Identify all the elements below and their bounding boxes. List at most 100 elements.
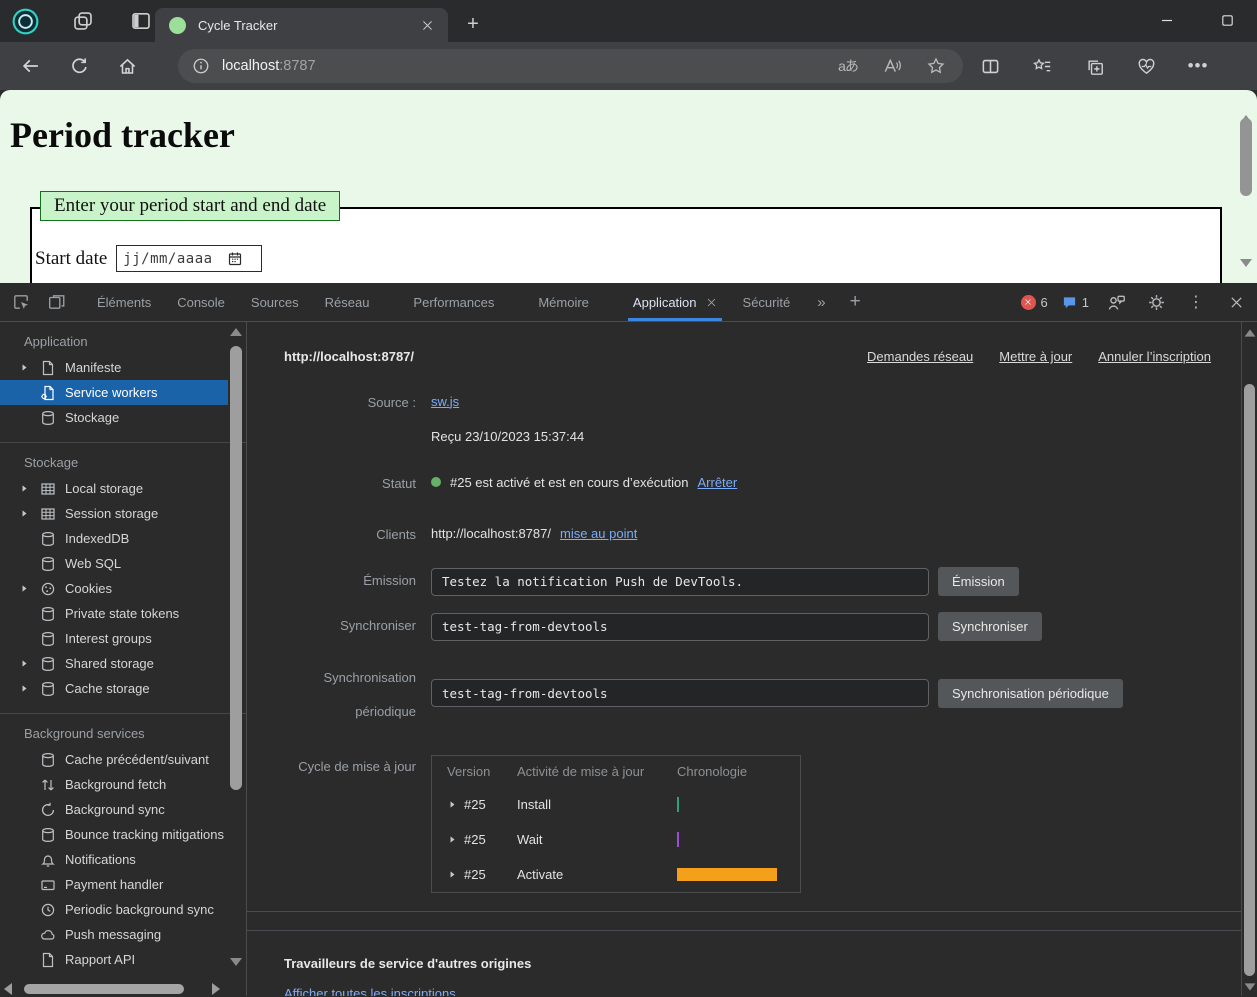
device-toolbar-icon[interactable]: [42, 288, 72, 316]
scroll-up-arrow[interactable]: [1240, 98, 1252, 106]
vertical-tabs-icon[interactable]: [124, 5, 158, 37]
tab-elements[interactable]: Éléments: [84, 283, 164, 321]
stop-link[interactable]: Arrêter: [697, 475, 737, 490]
unregister-link[interactable]: Annuler l’inscription: [1098, 349, 1211, 364]
tab-security[interactable]: Sécurité: [730, 283, 804, 321]
new-tab-button[interactable]: +: [458, 10, 488, 38]
periodic-sync-tag-input[interactable]: [431, 679, 929, 707]
sidebar-item-reporting-api[interactable]: Rapport API: [0, 947, 228, 972]
update-link[interactable]: Mettre à jour: [999, 349, 1072, 364]
scroll-up-arrow[interactable]: [1245, 329, 1256, 336]
url-text[interactable]: localhost:8787: [222, 58, 819, 74]
tab-close-icon[interactable]: [416, 14, 438, 36]
sidebar-item-private-state-tokens[interactable]: Private state tokens: [0, 601, 228, 626]
tab-application-close-icon[interactable]: [706, 297, 717, 308]
sidebar-item-local-storage[interactable]: Local storage: [0, 476, 228, 501]
sidebar-horizontal-scrollbar[interactable]: [0, 982, 246, 996]
back-button[interactable]: [14, 49, 48, 83]
start-date-input[interactable]: [116, 245, 262, 272]
inspect-element-icon[interactable]: [6, 288, 36, 316]
site-info-icon[interactable]: [188, 53, 214, 79]
push-button[interactable]: Émission: [938, 567, 1019, 596]
expand-arrow-icon[interactable]: [16, 584, 32, 593]
sidebar-item-background-sync[interactable]: Background sync: [0, 797, 228, 822]
tab-sources[interactable]: Sources: [238, 283, 312, 321]
table-row[interactable]: #25 Wait: [432, 822, 800, 857]
workspaces-icon[interactable]: [66, 5, 100, 37]
page-scrollbar-thumb[interactable]: [1240, 118, 1252, 196]
sidebar-item-interest-groups[interactable]: Interest groups: [0, 626, 228, 651]
scroll-down-arrow[interactable]: [1240, 267, 1252, 275]
address-bar[interactable]: localhost:8787 aあ: [178, 49, 963, 83]
sync-button[interactable]: Synchroniser: [938, 612, 1042, 641]
add-panel-icon[interactable]: +: [840, 291, 871, 313]
push-message-input[interactable]: [431, 568, 929, 596]
source-file-link[interactable]: sw.js: [431, 394, 459, 409]
minimize-button[interactable]: [1137, 0, 1197, 40]
sidebar-item-back-forward-cache[interactable]: Cache précédent/suivant: [0, 747, 228, 772]
sidebar-item-cookies[interactable]: Cookies: [0, 576, 228, 601]
settings-menu-icon[interactable]: •••: [1185, 53, 1211, 79]
devtools-menu-icon[interactable]: ⋮: [1183, 289, 1209, 315]
sidebar-item-periodic-background-sync[interactable]: Periodic background sync: [0, 897, 228, 922]
sidebar-item-service-workers[interactable]: Service workers: [0, 380, 228, 405]
browser-essentials-icon[interactable]: [1133, 53, 1159, 79]
sidebar-item-storage[interactable]: Stockage: [0, 405, 228, 430]
expand-arrow-icon[interactable]: [16, 684, 32, 693]
error-badge[interactable]: 6: [1021, 295, 1048, 310]
main-panel-scrollbar[interactable]: [1241, 322, 1257, 996]
close-devtools-button[interactable]: [1223, 289, 1249, 315]
favorites-icon[interactable]: [1029, 53, 1055, 79]
expand-arrow-icon[interactable]: [16, 484, 32, 493]
tab-performance[interactable]: Performances: [400, 283, 507, 321]
sidebar-item-session-storage[interactable]: Session storage: [0, 501, 228, 526]
scroll-down-arrow[interactable]: [1245, 983, 1256, 990]
calendar-icon[interactable]: [227, 251, 243, 267]
tab-application[interactable]: Application: [620, 283, 730, 321]
page-scrollbar[interactable]: [1239, 96, 1254, 277]
issues-badge[interactable]: 1: [1062, 295, 1089, 310]
network-requests-link[interactable]: Demandes réseau: [867, 349, 973, 364]
tab-console[interactable]: Console: [164, 283, 238, 321]
expand-arrow-icon[interactable]: [447, 870, 457, 879]
focus-link[interactable]: mise au point: [560, 526, 637, 541]
sidebar-item-push-messaging[interactable]: Push messaging: [0, 922, 228, 947]
translate-icon[interactable]: aあ: [833, 52, 863, 80]
expand-arrow-icon[interactable]: [447, 835, 457, 844]
browser-tab[interactable]: Cycle Tracker: [155, 8, 448, 42]
split-screen-icon[interactable]: [977, 53, 1003, 79]
sidebar-item-web-sql[interactable]: Web SQL: [0, 551, 228, 576]
maximize-button[interactable]: [1197, 0, 1257, 40]
see-all-registrations-link[interactable]: Afficher toutes les inscriptions: [284, 986, 456, 996]
scroll-up-arrow[interactable]: [230, 328, 242, 336]
sidebar-scrollbar[interactable]: [230, 322, 243, 996]
sidebar-item-bounce-tracking[interactable]: Bounce tracking mitigations: [0, 822, 228, 847]
expand-arrow-icon[interactable]: [447, 800, 457, 809]
home-button[interactable]: [110, 49, 144, 83]
sidebar-item-cache-storage[interactable]: Cache storage: [0, 676, 228, 701]
tab-network[interactable]: Réseau: [312, 283, 383, 321]
date-value[interactable]: [117, 251, 225, 267]
main-scrollbar-thumb[interactable]: [1244, 384, 1255, 976]
table-row[interactable]: #25 Install: [432, 787, 800, 822]
scroll-down-arrow[interactable]: [230, 958, 242, 966]
read-aloud-icon[interactable]: [877, 52, 907, 80]
tab-memory[interactable]: Mémoire: [525, 283, 602, 321]
feedback-icon[interactable]: [1103, 289, 1129, 315]
scroll-left-arrow[interactable]: [4, 983, 12, 995]
expand-arrow-icon[interactable]: [16, 659, 32, 668]
refresh-button[interactable]: [62, 49, 96, 83]
sidebar-scrollbar-thumb[interactable]: [230, 346, 242, 790]
app-logo-icon[interactable]: [8, 5, 42, 37]
sidebar-item-shared-storage[interactable]: Shared storage: [0, 651, 228, 676]
favorite-star-icon[interactable]: [921, 52, 951, 80]
sidebar-item-manifest[interactable]: Manifeste: [0, 355, 228, 380]
expand-arrow-icon[interactable]: [16, 363, 32, 372]
collections-icon[interactable]: [1081, 53, 1107, 79]
sync-tag-input[interactable]: [431, 613, 929, 641]
sidebar-item-indexeddb[interactable]: IndexedDB: [0, 526, 228, 551]
sidebar-item-background-fetch[interactable]: Background fetch: [0, 772, 228, 797]
devtools-settings-icon[interactable]: [1143, 289, 1169, 315]
more-tabs-icon[interactable]: »: [803, 294, 839, 311]
horizontal-scrollbar-thumb[interactable]: [24, 984, 184, 994]
